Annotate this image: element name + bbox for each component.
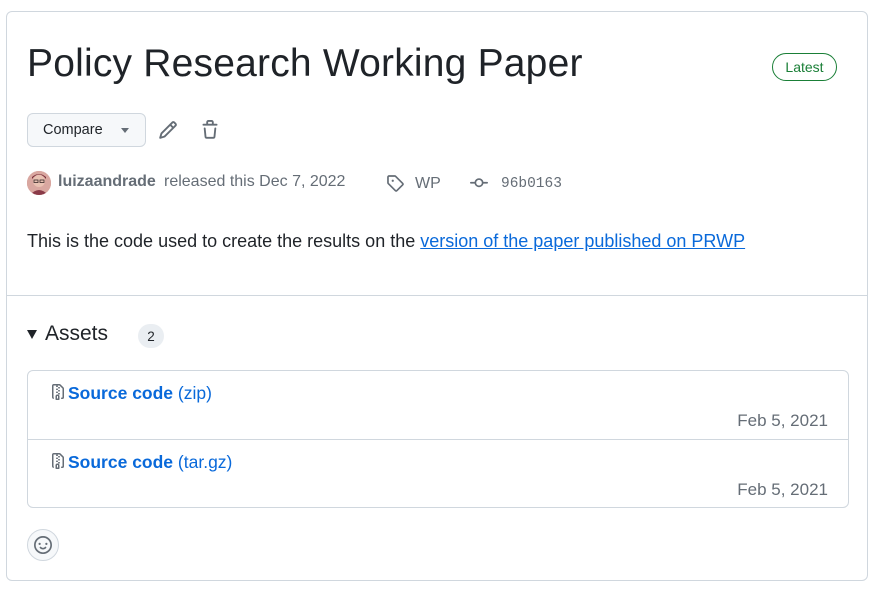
assets-heading: Assets [45,322,109,345]
asset-row: Source code (tar.gz) Feb 5, 2021 [28,439,848,509]
asset-date: Feb 5, 2021 [737,411,828,430]
smiley-icon [34,536,52,554]
add-reaction-button[interactable] [27,529,59,561]
file-zip-icon [52,384,64,400]
commit-icon [470,178,488,188]
paper-link[interactable]: version of the paper published on PRWP [420,231,745,251]
release-card: Policy Research Working Paper Latest Com… [6,11,868,581]
tag-icon [387,175,404,192]
asset-link-targz[interactable]: Source code (tar.gz) [68,452,232,473]
commit-link[interactable]: 96b0163 [501,176,562,192]
compare-button[interactable]: Compare [27,113,146,147]
triangle-down-icon [27,329,37,339]
delete-button[interactable] [198,118,222,142]
released-text: released this Dec 7, 2022 [164,173,346,190]
asset-link-zip[interactable]: Source code (zip) [68,383,212,404]
avatar[interactable] [27,171,51,195]
release-meta: luizaandrade released this Dec 7, 2022 W… [27,169,847,197]
release-title[interactable]: Policy Research Working Paper [27,40,583,88]
divider [7,295,867,296]
latest-badge: Latest [772,53,837,81]
asset-date: Feb 5, 2021 [737,480,828,499]
asset-ext: (tar.gz) [177,452,233,472]
file-zip-icon [52,453,64,469]
assets-list: Source code (zip) Feb 5, 2021 Source cod… [27,370,849,508]
pencil-icon [159,121,177,139]
asset-ext: (zip) [177,383,212,403]
author-link[interactable]: luizaandrade [58,173,156,191]
compare-label: Compare [43,122,103,138]
edit-button[interactable] [156,118,180,142]
body-text: This is the code used to create the resu… [27,231,421,251]
caret-down-icon [121,128,129,133]
release-body: This is the code used to create the resu… [27,231,745,252]
trash-icon [202,120,218,139]
asset-row: Source code (zip) Feb 5, 2021 [28,371,848,440]
asset-name: Source code [68,383,174,403]
avatar-image [27,171,51,195]
assets-toggle[interactable]: Assets [27,322,108,346]
assets-count: 2 [138,324,164,348]
asset-name: Source code [68,452,174,472]
tag-link[interactable]: WP [415,175,441,193]
